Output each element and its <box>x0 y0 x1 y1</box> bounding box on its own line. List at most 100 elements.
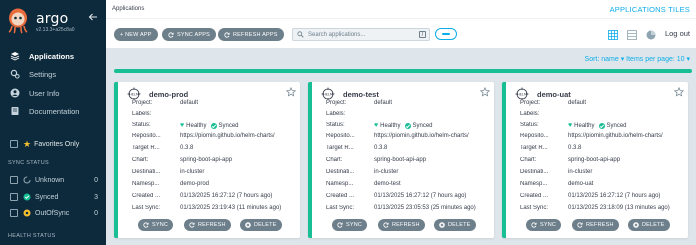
out-of-sync-icon <box>23 209 31 217</box>
app-name[interactable]: demo-prod <box>149 90 188 99</box>
favorites-checkbox[interactable] <box>10 140 18 148</box>
delete-button[interactable]: DELETE <box>434 219 476 231</box>
filter-checkbox[interactable] <box>10 176 18 184</box>
delete-icon <box>245 222 251 228</box>
labels-key: Labels: <box>326 111 346 117</box>
breadcrumb[interactable]: Applications <box>112 6 144 12</box>
status-key: Status: <box>132 122 151 128</box>
logo[interactable]: argo v2.13.3+a25c8a0 <box>6 8 102 36</box>
status-key: Status: <box>520 122 539 128</box>
filter-checkbox[interactable] <box>10 193 18 201</box>
search-icon <box>297 31 304 38</box>
sort-and-pagination[interactable]: Sort: name ▾ Items per page: 10 ▾ <box>585 55 690 63</box>
new-app-button[interactable]: + NEW APP <box>114 28 158 41</box>
favorite-star-icon[interactable] <box>286 87 296 97</box>
created-key: Created ... <box>326 193 355 199</box>
sync-status: Synced <box>606 122 627 129</box>
favorite-star-icon[interactable] <box>674 87 684 97</box>
synced-icon <box>598 122 605 129</box>
list-view-icon[interactable] <box>627 30 637 40</box>
heart-icon: ♥ <box>374 122 379 129</box>
refresh-icon <box>189 222 195 228</box>
destination-value: in-cluster <box>374 169 399 175</box>
search-placeholder: Search applications... <box>308 31 366 38</box>
sync-button[interactable]: SYNC <box>332 219 368 231</box>
destination-value: in-cluster <box>568 169 593 175</box>
filter-label: Unknown <box>35 176 65 184</box>
created-key: Created ... <box>520 193 549 199</box>
namespace-value: demo-prod <box>180 181 210 187</box>
sync-icon <box>168 31 174 38</box>
project-key: Project: <box>132 100 153 106</box>
layers-icon <box>10 51 20 61</box>
sidebar-item-user-info[interactable]: User Info <box>0 84 106 102</box>
chart-value: spring-boot-api-app <box>180 157 233 163</box>
app-tile-demo-uat[interactable]: HELM demo-uat Project: default Labels: St… <box>502 82 688 238</box>
tiles-view-icon[interactable] <box>608 30 618 40</box>
delete-button-label: DELETE <box>448 222 471 228</box>
sidebar-item-applications[interactable]: Applications <box>0 47 106 65</box>
last-sync-value: 01/13/2025 23:18:09 (13 minutes ago) <box>568 205 670 211</box>
filter-count: 0 <box>94 209 98 217</box>
filter-synced[interactable]: Synced 3 <box>10 191 98 203</box>
project-value: default <box>180 100 199 106</box>
project-value: default <box>374 100 393 106</box>
sidebar-item-label: Applications <box>29 51 75 61</box>
filter-toggle[interactable] <box>435 28 457 40</box>
search-input[interactable]: Search applications... / <box>292 28 430 41</box>
app-name[interactable]: demo-test <box>343 90 379 99</box>
filter-label: Synced <box>35 193 59 201</box>
synced-icon <box>210 122 217 129</box>
sync-button[interactable]: SYNC <box>138 219 174 231</box>
destination-value: in-cluster <box>180 169 205 175</box>
sidebar-item-documentation[interactable]: Documentation <box>0 102 106 120</box>
app-tile-demo-prod[interactable]: HELM demo-prod Project: default Labels: S… <box>114 82 300 238</box>
delete-button[interactable]: DELETE <box>240 219 282 231</box>
sync-status: Synced <box>412 122 433 129</box>
user-icon <box>10 88 20 98</box>
labels-row: Labels: <box>520 111 690 121</box>
namespace-row: Namesp... demo-prod <box>132 181 302 191</box>
health-summary-bar <box>114 69 692 73</box>
version-label: v2.13.3+a25c8a0 <box>36 27 75 33</box>
sync-apps-label: SYNC APPS <box>177 31 210 38</box>
brand-name: argo <box>36 11 69 27</box>
collapse-sidebar-icon[interactable] <box>88 12 98 22</box>
sync-apps-button[interactable]: SYNC APPS <box>162 28 216 41</box>
delete-button-label: DELETE <box>254 222 277 228</box>
page-title: APPLICATIONS TILES <box>609 5 690 14</box>
refresh-button[interactable]: REFRESH <box>572 219 619 231</box>
delete-icon <box>633 222 639 228</box>
filter-unknown[interactable]: Unknown 0 <box>10 174 98 186</box>
destination-key: Destinati... <box>520 169 549 175</box>
chart-row: Chart: spring-boot-api-app <box>520 157 690 167</box>
heart-icon: ♥ <box>180 122 185 129</box>
logout-link[interactable]: Log out <box>665 29 690 38</box>
status-key: Status: <box>326 122 345 128</box>
namespace-row: Namesp... demo-uat <box>520 181 690 191</box>
refresh-apps-button[interactable]: REFRESH APPS <box>218 28 284 41</box>
destination-row: Destinati... in-cluster <box>132 169 302 179</box>
last-sync-row: Last Sync: 01/13/2025 23:18:09 (13 minute… <box>520 205 690 215</box>
delete-icon <box>439 222 445 228</box>
summary-view-icon[interactable] <box>646 30 656 40</box>
sidebar-item-settings[interactable]: Settings <box>0 65 106 83</box>
favorites-only-filter[interactable]: ★ Favorites Only <box>10 140 79 149</box>
target-value: 0.3.8 <box>180 145 194 151</box>
target-revision-row: Target R... 0.3.8 <box>132 145 302 155</box>
delete-button[interactable]: DELETE <box>628 219 670 231</box>
argo-octopus-icon <box>8 8 28 34</box>
filter-checkbox[interactable] <box>10 209 18 217</box>
favorite-star-icon[interactable] <box>480 87 490 97</box>
sidebar-item-label: User Info <box>29 88 60 98</box>
project-value: default <box>568 100 587 106</box>
filter-outofsync[interactable]: OutOfSync 0 <box>10 207 98 219</box>
refresh-button[interactable]: REFRESH <box>378 219 425 231</box>
health-status: Healthy <box>574 122 595 129</box>
last-sync-key: Last Sync: <box>132 205 161 211</box>
sync-button[interactable]: SYNC <box>526 219 562 231</box>
app-tile-demo-test[interactable]: HELM demo-test Project: default Labels: S… <box>308 82 494 238</box>
namespace-key: Namesp... <box>326 181 354 187</box>
refresh-button[interactable]: REFRESH <box>184 219 231 231</box>
app-name[interactable]: demo-uat <box>537 90 571 99</box>
